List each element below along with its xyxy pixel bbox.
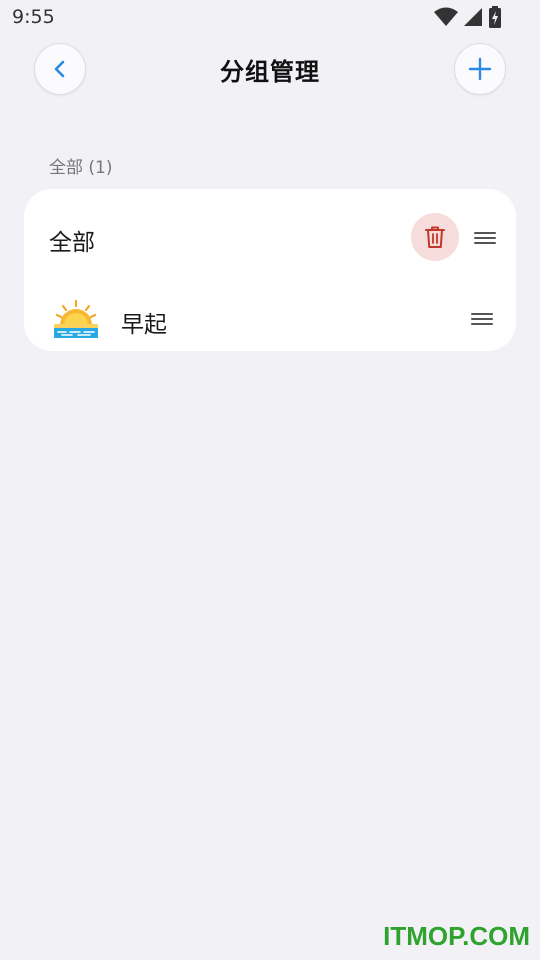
plus-icon (468, 57, 492, 81)
trash-icon (425, 226, 445, 248)
drag-handle-icon[interactable] (474, 230, 496, 246)
status-time: 9:55 (12, 6, 55, 28)
group-row-early-rise[interactable]: 早起 (24, 281, 516, 361)
group-list-card: 全部 早起 (24, 189, 516, 351)
group-row-all[interactable]: 全部 (24, 199, 516, 279)
add-group-button[interactable] (454, 43, 506, 95)
cellular-signal-icon (464, 8, 482, 26)
group-label: 早起 (121, 312, 167, 338)
drag-handle-icon[interactable] (471, 311, 493, 327)
watermark: ITMOP.COM (383, 921, 530, 951)
status-bar: 9:55 (0, 0, 540, 36)
battery-charging-icon (489, 6, 501, 28)
wifi-icon (434, 7, 458, 26)
status-icons (434, 6, 502, 28)
section-header: 全部 (1) (49, 158, 113, 178)
group-label: 全部 (49, 230, 95, 256)
sunrise-icon (54, 299, 98, 338)
delete-button[interactable] (411, 213, 459, 261)
